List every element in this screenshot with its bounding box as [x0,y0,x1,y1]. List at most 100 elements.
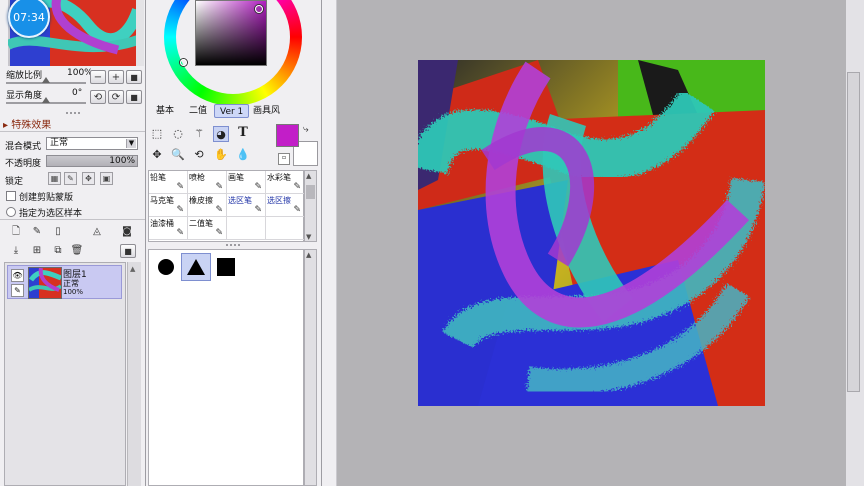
effects-header[interactable]: ▸ 特殊效果 [3,116,51,131]
zoom-in-button[interactable]: + [108,70,124,84]
eraser-icon: ✎ [215,205,223,215]
clear-layer-button[interactable]: ■ [120,244,136,258]
rotate-icon[interactable]: ⟲ [191,147,207,163]
layer-thumbnail [28,267,62,299]
eye-icon[interactable]: 👁 [11,269,24,282]
brush-slot[interactable]: 铅笔 ✎ [149,171,188,194]
eyedropper-icon[interactable]: 💧 [235,147,251,163]
lock-all-icon[interactable]: ▣ [100,172,113,185]
selection-source-radio[interactable] [6,207,16,217]
shape-triangle[interactable] [181,253,211,281]
brush-label: 橡皮擦 [189,196,213,205]
delete-layer-icon[interactable]: 🗑 [70,244,84,258]
swap-colors-icon[interactable]: ⤷ [303,124,309,135]
brush-slot[interactable]: 喷枪 ✎ [188,171,227,194]
duplicate-layer-icon[interactable]: ⊞ [30,244,44,258]
brush-slot[interactable] [266,217,305,240]
scroll-thumb[interactable] [306,185,315,199]
bucket-icon: ✎ [176,228,184,238]
shape-scrollbar[interactable]: ▲ [304,249,317,486]
foreground-color-swatch[interactable] [276,124,299,147]
brush-slot[interactable]: 二值笔 ✎ [188,217,227,240]
brush-scrollbar[interactable]: ▲ ▼ [304,170,317,242]
brush-label: 马克笔 [150,196,174,205]
scroll-down-icon[interactable]: ▼ [306,233,311,241]
move-icon[interactable]: ✥ [149,147,165,163]
pencil-icon[interactable]: ✎ [11,284,24,297]
brush-slot[interactable]: 选区笔 ✎ [227,194,266,217]
brush-slot[interactable]: 画笔 ✎ [227,171,266,194]
lock-transparency-icon[interactable]: ▦ [48,172,61,185]
brush-label: 水彩笔 [267,173,291,182]
tab-binary[interactable]: 二值 [184,104,212,118]
selpen-icon: ✎ [254,205,262,215]
brush-icon: ✎ [254,182,262,192]
zoom-out-button[interactable]: − [90,70,106,84]
zoom-slider-knob[interactable] [42,77,50,83]
brush-slot[interactable]: 油漆桶 ✎ [149,217,188,240]
brush-slot[interactable] [227,217,266,240]
rotate-right-button[interactable]: ⟳ [108,90,124,104]
panel-splitter[interactable] [226,244,240,246]
transparent-color-icon[interactable]: ▫ [278,153,290,165]
brush-label: 铅笔 [150,173,166,182]
tab-basic[interactable]: 基本 [151,104,179,118]
zoom-label: 缩放比例 [6,71,43,81]
fill-select-icon[interactable]: ◕ [213,126,229,142]
zoom-reset-button[interactable]: ■ [126,70,142,84]
hue-picker-cursor[interactable] [180,59,187,66]
apply-mask-icon[interactable]: ◙ [120,225,134,239]
clipping-mask-label: 创建剪贴蒙版 [19,193,74,203]
lasso-icon[interactable]: ◌ [170,126,186,142]
magic-wand-icon[interactable]: ⚚ [191,126,207,142]
drawing-canvas[interactable] [418,60,765,406]
square-icon [217,258,235,276]
text-tool-icon[interactable]: T [235,125,251,141]
lock-label: 锁定 [5,177,24,187]
lock-paint-icon[interactable]: ✎ [64,172,77,185]
canvas-artwork [418,60,765,406]
panel-splitter[interactable] [66,112,80,114]
expand-arrow-icon: ▸ [3,120,12,131]
opacity-slider[interactable]: 100% [46,155,138,167]
rotate-reset-button[interactable]: ■ [126,90,142,104]
layers-scrollbar[interactable]: ▲ [127,262,141,486]
angle-value: 0° [72,88,83,98]
rect-select-icon[interactable]: ⬚ [149,126,165,142]
rotate-left-button[interactable]: ⟲ [90,90,106,104]
layer-mask-icon[interactable]: ◬ [90,225,104,239]
brush-label: 二值笔 [189,219,213,228]
tab-ver1[interactable]: Ver 1 [214,104,250,118]
sv-picker-cursor[interactable] [255,5,263,13]
angle-slider-knob[interactable] [42,97,50,103]
brush-grid: 铅笔 ✎ 喷枪 ✎ 画笔 ✎ 水彩笔 ✎ 马克笔 ✎ 橡皮擦 ✎ 选区笔 ✎ 选区擦 ✎ 油漆桶 ✎ 二值笔 ✎ [148,170,305,242]
zoom-icon[interactable]: 🔍 [170,147,186,163]
layer-row[interactable]: 👁 ✎ 图层1 正常 100% [7,265,122,299]
scroll-up-icon[interactable]: ▲ [306,172,311,180]
new-folder-icon[interactable]: ▯ [51,225,65,239]
blend-mode-value: 正常 [50,138,69,148]
shape-square[interactable] [211,253,241,281]
scroll-up-icon[interactable]: ▲ [306,251,311,259]
brush-slot[interactable]: 选区擦 ✎ [266,194,305,217]
new-layer-icon[interactable]: 🗋 [9,225,23,239]
navigator-scrollbar[interactable] [136,0,144,66]
brush-slot[interactable]: 马克笔 ✎ [149,194,188,217]
clipping-mask-checkbox[interactable] [6,191,16,201]
blend-mode-select[interactable]: 正常 ▼ [46,137,138,150]
lock-move-icon[interactable]: ✥ [82,172,95,185]
canvas-scrollbar-thumb[interactable] [847,72,860,392]
hand-icon[interactable]: ✋ [213,147,229,163]
shape-circle[interactable] [151,253,181,281]
tab-painter-style[interactable]: 画具风 [248,104,285,118]
blend-mode-label: 混合模式 [5,142,42,152]
brush-slot[interactable]: 水彩笔 ✎ [266,171,305,194]
brush-slot[interactable]: 橡皮擦 ✎ [188,194,227,217]
merge-visible-icon[interactable]: ⧉ [51,244,65,258]
merge-down-icon[interactable]: ⤓ [9,244,23,258]
new-vector-layer-icon[interactable]: ✎ [30,225,44,239]
brush-label: 画笔 [228,173,244,182]
scroll-up-icon[interactable]: ▲ [130,265,135,273]
marker-icon: ✎ [176,205,184,215]
brush-label: 选区笔 [228,196,252,205]
